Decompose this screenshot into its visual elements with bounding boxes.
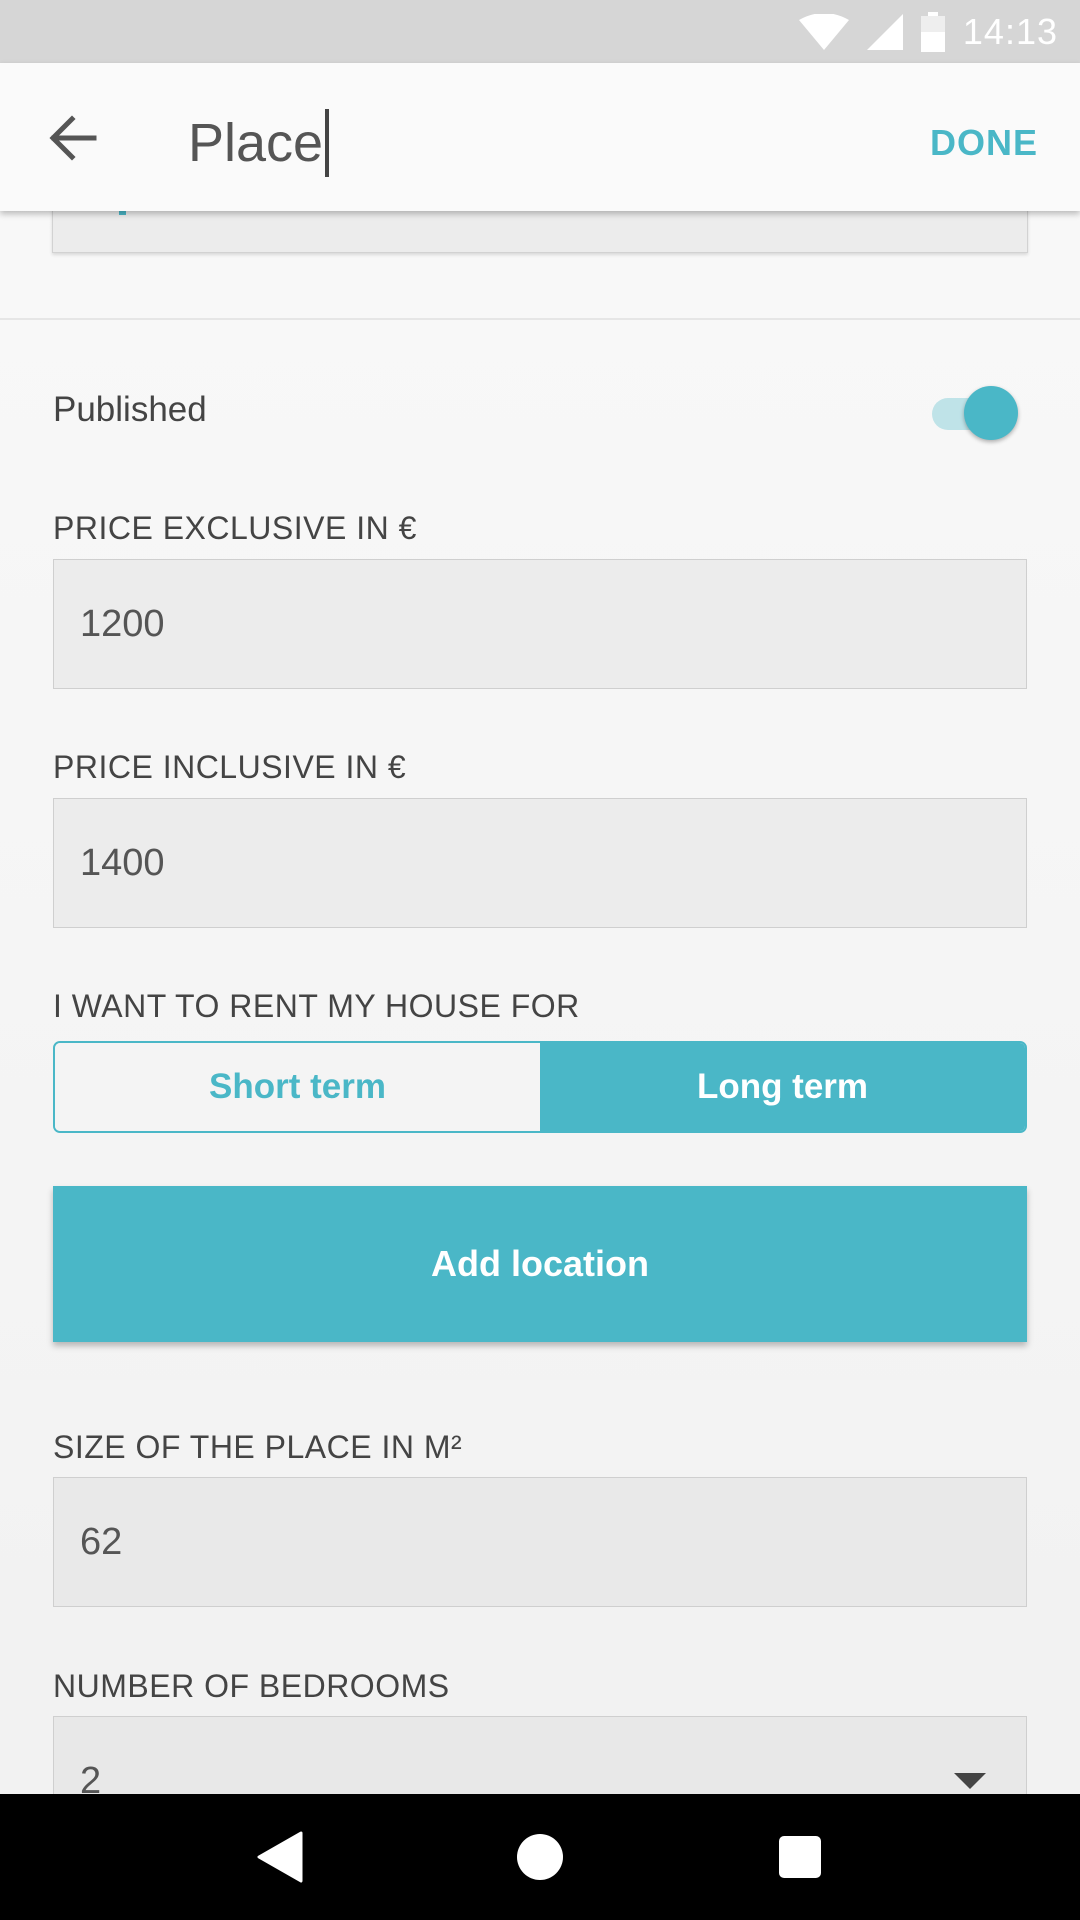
back-button[interactable]: [40, 103, 110, 173]
wifi-icon: [798, 13, 849, 50]
navigation-bar: [0, 1794, 1080, 1920]
size-value: 62: [80, 1521, 123, 1563]
status-bar: 14:13: [0, 0, 1080, 63]
text-cursor: [325, 108, 330, 177]
partial-text-field[interactable]: [52, 205, 1028, 253]
cell-signal-icon: [866, 13, 903, 50]
price-exclusive-input[interactable]: 1200: [53, 559, 1027, 689]
nav-recents-icon: [779, 1836, 821, 1878]
toggle-thumb: [964, 386, 1018, 440]
app-bar: Place DONE: [0, 63, 1080, 211]
price-inclusive-value: 1400: [80, 842, 165, 884]
clock: 14:13: [962, 10, 1058, 52]
dropdown-arrow-icon: [954, 1773, 986, 1789]
size-input[interactable]: 62: [53, 1477, 1027, 1607]
nav-recents-button[interactable]: [755, 1812, 845, 1902]
nav-home-button[interactable]: [495, 1812, 585, 1902]
battery-icon: [920, 11, 945, 52]
divider: [0, 318, 1080, 320]
title-input-value: Place: [188, 113, 324, 173]
arrow-back-icon: [49, 115, 97, 161]
title-input[interactable]: Place: [188, 103, 330, 183]
size-label: SIZE OF THE PLACE IN M²: [53, 1429, 463, 1465]
price-inclusive-input[interactable]: 1400: [53, 798, 1027, 928]
nav-back-button[interactable]: [235, 1812, 325, 1902]
nav-back-icon: [257, 1831, 303, 1883]
short-term-option[interactable]: Short term: [55, 1043, 540, 1131]
bedrooms-label: NUMBER OF BEDROOMS: [53, 1668, 450, 1704]
nav-home-icon: [517, 1834, 563, 1880]
published-toggle[interactable]: [930, 384, 1020, 440]
long-term-option[interactable]: Long term: [540, 1043, 1025, 1131]
price-inclusive-label: PRICE INCLUSIVE IN €: [53, 749, 407, 785]
price-exclusive-value: 1200: [80, 603, 165, 645]
done-button[interactable]: DONE: [930, 115, 1038, 171]
rent-term-label: I WANT TO RENT MY HOUSE FOR: [53, 988, 580, 1024]
price-exclusive-label: PRICE EXCLUSIVE IN €: [53, 510, 417, 546]
add-location-button[interactable]: Add location: [53, 1186, 1027, 1342]
rent-term-selector: Short term Long term: [53, 1041, 1027, 1133]
published-label: Published: [53, 390, 207, 429]
